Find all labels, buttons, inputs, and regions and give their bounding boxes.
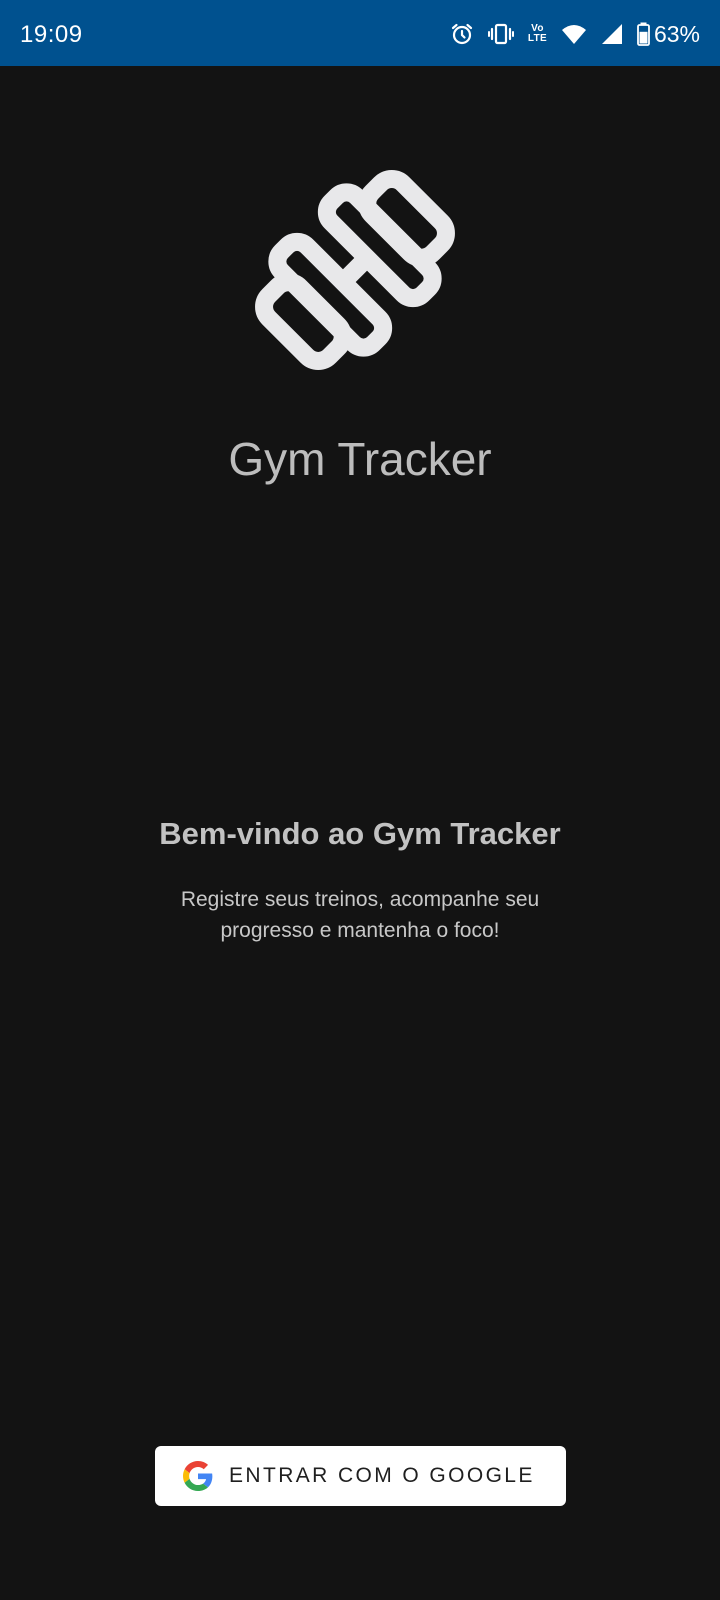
status-icons: Vo LTE 63%: [450, 20, 700, 48]
login-screen: 19:09 Vo LTE 63% Gym Tracker Bem-vindo a…: [0, 0, 720, 1600]
battery-percent: 63%: [653, 21, 700, 47]
battery-fill: [639, 31, 648, 44]
app-title: Gym Tracker: [228, 433, 492, 485]
welcome-title: Bem-vindo ao Gym Tracker: [159, 816, 561, 851]
status-bar: 19:09 Vo LTE 63%: [0, 0, 720, 66]
alarm-icon: [450, 22, 474, 46]
battery-icon: [637, 22, 650, 46]
status-time: 19:09: [20, 21, 83, 48]
vibrate-icon: [487, 22, 514, 46]
google-g-icon: [183, 1461, 213, 1491]
google-sign-in-label: ENTRAR COM O GOOGLE: [229, 1464, 535, 1487]
welcome-subtitle-line: progresso e mantenha o foco!: [220, 919, 500, 942]
welcome-subtitle: Registre seus treinos, acompanhe seu pro…: [140, 884, 580, 946]
battery-indicator: 63%: [637, 21, 700, 47]
welcome-subtitle-line: Registre seus treinos, acompanhe seu: [180, 888, 540, 911]
signal-icon: [601, 23, 623, 45]
volte-icon: Vo LTE: [528, 24, 547, 44]
dumbbell-icon: [255, 170, 455, 370]
volte-bottom-label: LTE: [527, 33, 547, 44]
google-sign-in-button[interactable]: ENTRAR COM O GOOGLE: [155, 1446, 566, 1506]
wifi-icon: [561, 23, 587, 45]
